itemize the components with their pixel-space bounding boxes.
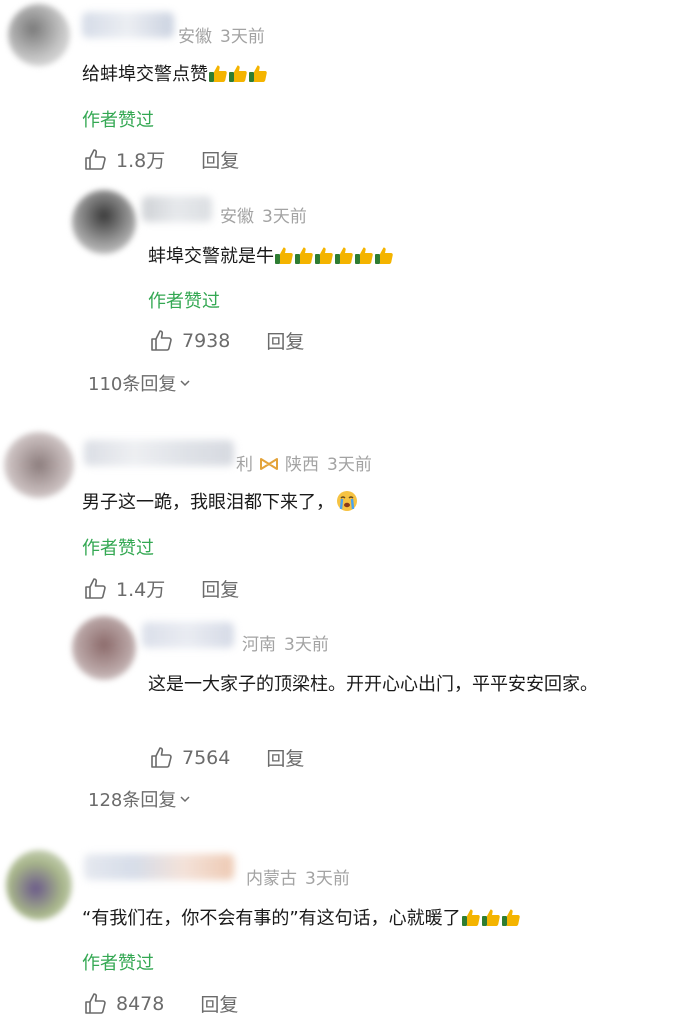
location: 安徽 xyxy=(220,207,254,227)
comment-meta: 利 陕西 3天前 xyxy=(236,450,380,475)
timestamp: 3天前 xyxy=(220,27,265,47)
like-count[interactable]: 7564 xyxy=(182,747,230,769)
username-blurred[interactable] xyxy=(82,12,174,38)
thumbs-up-emoji-icon xyxy=(248,63,268,83)
reply-button[interactable]: 回复 xyxy=(201,575,239,602)
comment-actions: 1.4万 回复 xyxy=(84,575,239,602)
thumbs-up-emoji-icon xyxy=(354,245,374,265)
thumbs-up-outline-icon[interactable] xyxy=(84,992,108,1016)
thumbs-up-emoji-icon xyxy=(501,907,521,927)
comment-meta: 安徽 3天前 xyxy=(178,22,273,47)
username-blurred[interactable] xyxy=(84,440,234,466)
like-count[interactable]: 8478 xyxy=(116,993,164,1015)
like-count[interactable]: 1.8万 xyxy=(116,146,165,173)
location: 安徽 xyxy=(178,27,212,47)
author-liked-label: 作者赞过 xyxy=(82,953,154,974)
more-replies-link[interactable]: 128条回复 xyxy=(88,786,192,812)
thumbs-up-outline-icon[interactable] xyxy=(150,329,174,353)
comment-text: “有我们在，你不会有事的”有这句话，心就暖了 xyxy=(82,904,521,934)
thumbs-up-outline-icon[interactable] xyxy=(84,148,108,172)
author-liked-label: 作者赞过 xyxy=(82,110,154,131)
comment-meta: 内蒙古 3天前 xyxy=(246,864,358,889)
timestamp: 3天前 xyxy=(262,207,307,227)
reply-avatar[interactable] xyxy=(72,616,136,680)
reply-text: 这是一大家子的顶梁柱。开开心心出门，平平安安回家。 xyxy=(148,674,598,695)
thumbs-up-emoji-icon xyxy=(208,63,228,83)
reply-actions: 7938 回复 xyxy=(150,327,304,354)
location: 河南 xyxy=(242,635,276,655)
reply-meta: 安徽 3天前 xyxy=(220,202,315,227)
reply-text: 蚌埠交警就是牛 xyxy=(148,242,394,272)
reply-avatar[interactable] xyxy=(72,190,136,254)
username-fragment: 利 xyxy=(236,455,253,475)
thumbs-up-outline-icon[interactable] xyxy=(84,577,108,601)
reply-username-blurred[interactable] xyxy=(142,196,212,222)
location: 内蒙古 xyxy=(246,869,297,889)
reply-button[interactable]: 回复 xyxy=(201,146,239,173)
timestamp: 3天前 xyxy=(327,455,372,475)
like-count[interactable]: 1.4万 xyxy=(116,575,165,602)
reply-meta: 河南 3天前 xyxy=(242,630,337,655)
comment-text: 给蚌埠交警点赞 xyxy=(82,60,268,90)
reply-actions: 7564 回复 xyxy=(150,744,304,771)
comment-actions: 8478 回复 xyxy=(84,990,238,1017)
timestamp: 3天前 xyxy=(305,869,350,889)
comment-actions: 1.8万 回复 xyxy=(84,146,239,173)
thumbs-up-emoji-icon xyxy=(274,245,294,265)
thumbs-up-emoji-icon xyxy=(374,245,394,265)
thumbs-up-emoji-icon xyxy=(334,245,354,265)
reply-username-blurred[interactable] xyxy=(142,622,234,648)
timestamp: 3天前 xyxy=(284,635,329,655)
reply-button[interactable]: 回复 xyxy=(200,990,238,1017)
crying-face-emoji-icon xyxy=(337,491,357,511)
bow-badge-icon xyxy=(260,458,278,470)
author-liked-label: 作者赞过 xyxy=(82,538,154,559)
thumbs-up-emoji-icon xyxy=(461,907,481,927)
thumbs-up-emoji-icon xyxy=(228,63,248,83)
more-replies-link[interactable]: 110条回复 xyxy=(88,370,192,396)
reply-button[interactable]: 回复 xyxy=(266,327,304,354)
thumbs-up-emoji-icon xyxy=(314,245,334,265)
avatar[interactable] xyxy=(4,432,74,498)
avatar[interactable] xyxy=(6,850,72,920)
chevron-down-icon xyxy=(178,376,192,390)
chevron-down-icon xyxy=(178,792,192,806)
author-liked-label: 作者赞过 xyxy=(148,291,220,312)
avatar[interactable] xyxy=(8,4,70,66)
username-blurred[interactable] xyxy=(84,854,234,880)
thumbs-up-emoji-icon xyxy=(481,907,501,927)
thumbs-up-emoji-icon xyxy=(294,245,314,265)
reply-button[interactable]: 回复 xyxy=(266,744,304,771)
comment-text: 男子这一跪，我眼泪都下来了， xyxy=(82,488,358,518)
thumbs-up-outline-icon[interactable] xyxy=(150,746,174,770)
like-count[interactable]: 7938 xyxy=(182,330,230,352)
location: 陕西 xyxy=(285,455,319,475)
